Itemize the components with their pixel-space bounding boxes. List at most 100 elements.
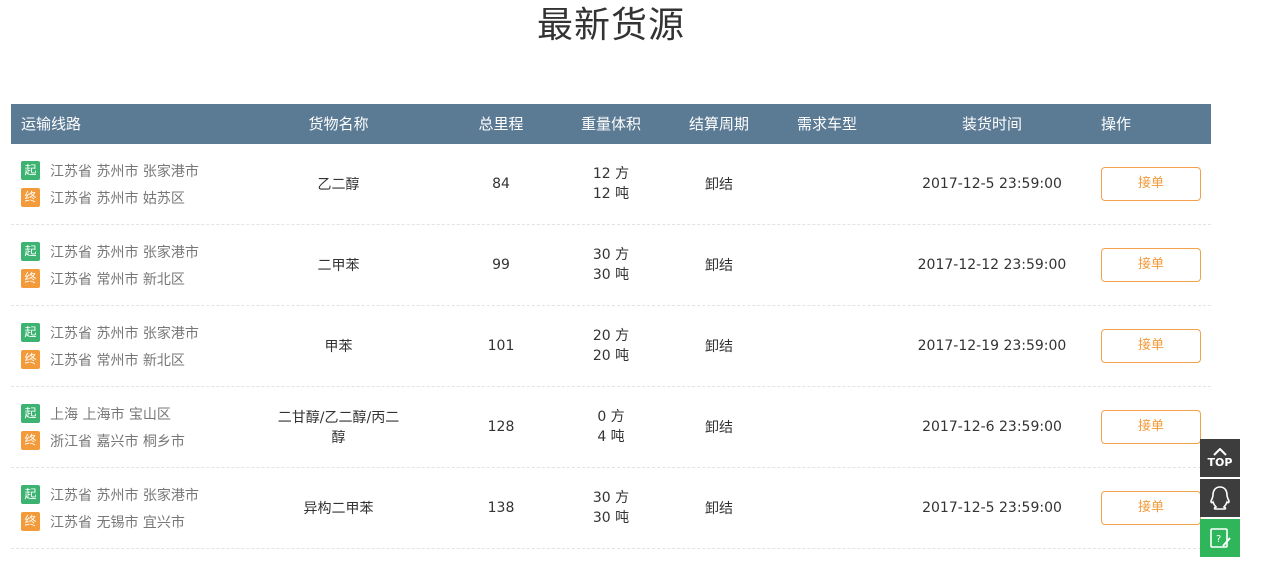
goods-cell: 二甘醇/乙二醇/丙二醇	[277, 410, 400, 446]
operation-cell: 接单	[1101, 144, 1201, 224]
end-tag: 终	[21, 512, 40, 531]
cycle-cell: 卸结	[705, 339, 733, 355]
weight-volume-cell: 0 方 4 吨	[561, 387, 661, 467]
header-load-time: 装货时间	[961, 115, 1022, 133]
weight-volume-cell: 12 方 12 吨	[561, 144, 661, 224]
header-weight-volume: 重量体积	[580, 115, 641, 133]
table-header: 运输线路 货物名称 总里程 重量体积 结算周期 需求车型 装货时间 操作	[11, 104, 1211, 144]
accept-order-button[interactable]: 接单	[1101, 491, 1201, 525]
table-row: 起 江苏省 苏州市 张家港市 终 江苏省 苏州市 姑苏区 乙二醇 84 12 方…	[11, 144, 1211, 225]
floating-sidebar: TOP ?	[1200, 439, 1240, 559]
table-row: 起 江苏省 苏州市 张家港市 终 江苏省 常州市 新北区 二甲苯 99 30 方…	[11, 225, 1211, 306]
weight-volume-cell: 30 方 30 吨	[561, 468, 661, 548]
route: 起 江苏省 苏州市 张家港市 终 江苏省 无锡市 宜兴市	[11, 481, 199, 535]
load-time-cell: 2017-12-5 23:59:00	[922, 176, 1062, 192]
origin-text: 上海 上海市 宝山区	[50, 406, 171, 423]
volume-text: 30 方	[592, 490, 630, 506]
route-destination: 终 江苏省 常州市 新北区	[21, 265, 199, 292]
cycle-cell: 卸结	[705, 258, 733, 274]
weight-volume-cell: 30 方 30 吨	[561, 225, 661, 305]
distance-cell: 99	[492, 257, 510, 273]
route-origin: 起 江苏省 苏州市 张家港市	[21, 157, 199, 184]
header-route: 运输线路	[21, 115, 82, 133]
accept-order-button[interactable]: 接单	[1101, 410, 1201, 444]
load-time-cell: 2017-12-6 23:59:00	[922, 419, 1062, 435]
distance-cell: 138	[487, 500, 515, 516]
route-cell: 起 江苏省 苏州市 张家港市 终 江苏省 无锡市 宜兴市	[11, 468, 241, 548]
qq-contact-button[interactable]	[1200, 479, 1240, 517]
car-type-cell	[777, 306, 877, 386]
car-type-cell	[777, 468, 877, 548]
start-tag: 起	[21, 161, 40, 180]
goods-cell: 乙二醇	[317, 177, 360, 193]
end-tag: 终	[21, 350, 40, 369]
header-car-type: 需求车型	[796, 115, 857, 133]
distance-cell: 128	[487, 419, 515, 435]
route-origin: 起 江苏省 苏州市 张家港市	[21, 238, 199, 265]
destination-text: 江苏省 苏州市 姑苏区	[50, 190, 185, 207]
car-type-cell	[777, 225, 877, 305]
start-tag: 起	[21, 242, 40, 261]
arrow-up-icon	[1213, 447, 1227, 456]
weight-text: 30 吨	[592, 267, 630, 283]
load-time-cell: 2017-12-12 23:59:00	[917, 257, 1067, 273]
destination-text: 江苏省 常州市 新北区	[50, 352, 185, 369]
origin-text: 江苏省 苏州市 张家港市	[50, 325, 199, 342]
weight-text: 30 吨	[592, 510, 630, 526]
table-row: 起 江苏省 苏州市 张家港市 终 江苏省 无锡市 宜兴市 异构二甲苯 138 3…	[11, 468, 1211, 549]
route-origin: 起 江苏省 苏州市 张家港市	[21, 319, 199, 346]
route-cell: 起 江苏省 苏州市 张家港市 终 江苏省 苏州市 姑苏区	[11, 144, 241, 224]
route: 起 江苏省 苏州市 张家港市 终 江苏省 常州市 新北区	[11, 319, 199, 373]
header-cycle: 结算周期	[688, 115, 749, 133]
volume-text: 0 方	[597, 409, 625, 425]
route-cell: 起 江苏省 苏州市 张家港市 终 江苏省 常州市 新北区	[11, 306, 241, 386]
destination-text: 浙江省 嘉兴市 桐乡市	[50, 433, 185, 450]
start-tag: 起	[21, 485, 40, 504]
weight-text: 4 吨	[597, 429, 625, 445]
table-row: 起 上海 上海市 宝山区 终 浙江省 嘉兴市 桐乡市 二甘醇/乙二醇/丙二醇 1…	[11, 387, 1211, 468]
route-destination: 终 江苏省 常州市 新北区	[21, 346, 199, 373]
operation-cell: 接单	[1101, 387, 1201, 467]
qq-icon	[1210, 486, 1230, 510]
start-tag: 起	[21, 404, 40, 423]
load-time-cell: 2017-12-19 23:59:00	[917, 338, 1067, 354]
goods-cell: 甲苯	[324, 339, 353, 355]
cargo-table: 运输线路 货物名称 总里程 重量体积 结算周期 需求车型 装货时间 操作 起 江…	[11, 104, 1211, 549]
header-distance: 总里程	[478, 115, 524, 133]
accept-order-button[interactable]: 接单	[1101, 329, 1201, 363]
header-operation: 操作	[1101, 115, 1132, 133]
route-destination: 终 浙江省 嘉兴市 桐乡市	[21, 427, 185, 454]
volume-text: 20 方	[592, 328, 630, 344]
origin-text: 江苏省 苏州市 张家港市	[50, 163, 199, 180]
accept-order-button[interactable]: 接单	[1101, 167, 1201, 201]
car-type-cell	[777, 387, 877, 467]
load-time-cell: 2017-12-5 23:59:00	[922, 500, 1062, 516]
operation-cell: 接单	[1101, 225, 1201, 305]
car-type-cell	[777, 144, 877, 224]
table-row: 起 江苏省 苏州市 张家港市 终 江苏省 常州市 新北区 甲苯 101 20 方…	[11, 306, 1211, 387]
feedback-button[interactable]: ?	[1200, 519, 1240, 557]
page-title: 最新货源	[536, 5, 685, 46]
goods-cell: 二甲苯	[317, 258, 360, 274]
weight-text: 12 吨	[592, 186, 630, 202]
distance-cell: 84	[492, 176, 510, 192]
destination-text: 江苏省 无锡市 宜兴市	[50, 514, 185, 531]
weight-text: 20 吨	[592, 348, 630, 364]
volume-text: 30 方	[592, 247, 630, 263]
start-tag: 起	[21, 323, 40, 342]
route-cell: 起 江苏省 苏州市 张家港市 终 江苏省 常州市 新北区	[11, 225, 241, 305]
edit-help-icon: ?	[1210, 528, 1231, 548]
operation-cell: 接单	[1101, 306, 1201, 386]
cycle-cell: 卸结	[705, 420, 733, 436]
route: 起 江苏省 苏州市 张家港市 终 江苏省 常州市 新北区	[11, 238, 199, 292]
route: 起 上海 上海市 宝山区 终 浙江省 嘉兴市 桐乡市	[11, 400, 185, 454]
accept-order-button[interactable]: 接单	[1101, 248, 1201, 282]
route-destination: 终 江苏省 无锡市 宜兴市	[21, 508, 199, 535]
destination-text: 江苏省 常州市 新北区	[50, 271, 185, 288]
back-to-top-button[interactable]: TOP	[1200, 439, 1240, 477]
end-tag: 终	[21, 188, 40, 207]
cycle-cell: 卸结	[705, 501, 733, 517]
table-body: 起 江苏省 苏州市 张家港市 终 江苏省 苏州市 姑苏区 乙二醇 84 12 方…	[11, 144, 1211, 549]
weight-volume-cell: 20 方 20 吨	[561, 306, 661, 386]
volume-text: 12 方	[592, 166, 630, 182]
